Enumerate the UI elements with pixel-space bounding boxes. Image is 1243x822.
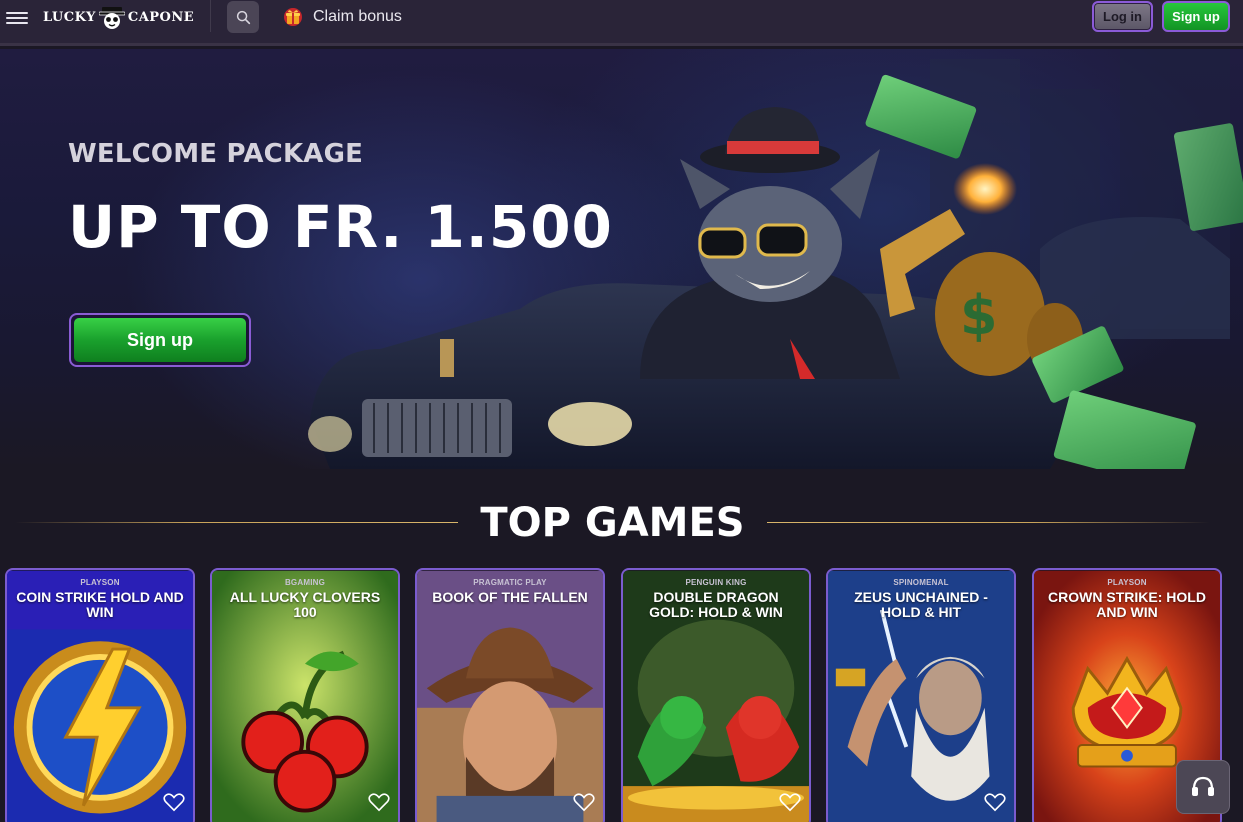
game-card[interactable]: BGAMING ALL LUCKY CLOVERS 100 [210, 568, 400, 822]
heading-divider-left [15, 522, 458, 523]
game-provider: BGAMING [284, 578, 326, 587]
game-card[interactable]: PENGUIN KING DOUBLE DRAGON GOLD: HOLD & … [621, 568, 811, 822]
game-title: ZEUS UNCHAINED - HOLD & HIT [854, 589, 988, 620]
game-provider: PENGUIN KING [685, 578, 747, 587]
game-title: COIN STRIKE HOLD AND WIN [16, 589, 184, 620]
game-title: BOOK OF THE FALLEN [432, 589, 588, 605]
game-provider: SPINOMENAL [893, 578, 949, 587]
header-divider [210, 0, 211, 32]
login-button[interactable]: Log in [1092, 1, 1153, 32]
game-thumbnail [417, 570, 603, 822]
headset-icon [1192, 776, 1214, 796]
claim-bonus-label: Claim bonus [313, 8, 402, 25]
claim-bonus-link[interactable]: Claim bonus [282, 4, 402, 30]
logo-text-lucky: LUCKY [43, 9, 96, 25]
hero-signup-label: Sign up [74, 318, 246, 362]
welcome-hero-banner: $ WELCOME PACKAGE UP TO FR. 1.500 Sign u… [0, 49, 1243, 469]
menu-icon[interactable] [6, 9, 28, 27]
logo-text-capone: CAPONE [127, 9, 195, 25]
hero-subtitle: WELCOME PACKAGE [68, 139, 364, 169]
support-chat-button[interactable] [1176, 760, 1230, 814]
heart-icon[interactable] [368, 792, 390, 812]
heart-icon[interactable] [779, 792, 801, 812]
section-title-top-games: TOP GAMES [480, 500, 745, 546]
svg-text:$: $ [960, 284, 998, 347]
top-header: LUCKY CAPONE Claim bonus Log in Sign up [0, 0, 1243, 46]
top-games-row: PLAYSON COIN STRIKE HOLD AND WIN BGAMING… [0, 568, 1243, 822]
heart-icon[interactable] [573, 792, 595, 812]
game-provider: PLAYSON [1107, 578, 1147, 587]
heading-divider-right [767, 522, 1210, 523]
game-title: DOUBLE DRAGON GOLD: HOLD & WIN [649, 589, 783, 620]
game-provider: PRAGMATIC PLAY [473, 578, 547, 587]
search-button[interactable] [227, 1, 259, 33]
game-title: CROWN STRIKE: HOLD AND WIN [1048, 589, 1206, 620]
game-card[interactable]: PRAGMATIC PLAY BOOK OF THE FALLEN [415, 568, 605, 822]
search-icon [236, 10, 250, 24]
header-signup-button[interactable]: Sign up [1162, 1, 1230, 32]
gift-icon [284, 8, 302, 26]
game-card[interactable]: PLAYSON COIN STRIKE HOLD AND WIN [5, 568, 195, 822]
cat-mascot-icon [98, 7, 125, 29]
heart-icon[interactable] [984, 792, 1006, 812]
game-provider: PLAYSON [80, 578, 120, 587]
hero-signup-button[interactable]: Sign up [69, 313, 251, 367]
hero-title: UP TO FR. 1.500 [68, 193, 613, 261]
heart-icon[interactable] [163, 792, 185, 812]
site-logo[interactable]: LUCKY CAPONE [43, 2, 194, 32]
game-card[interactable]: SPINOMENAL ZEUS UNCHAINED - HOLD & HIT [826, 568, 1016, 822]
game-title: ALL LUCKY CLOVERS 100 [229, 589, 381, 620]
